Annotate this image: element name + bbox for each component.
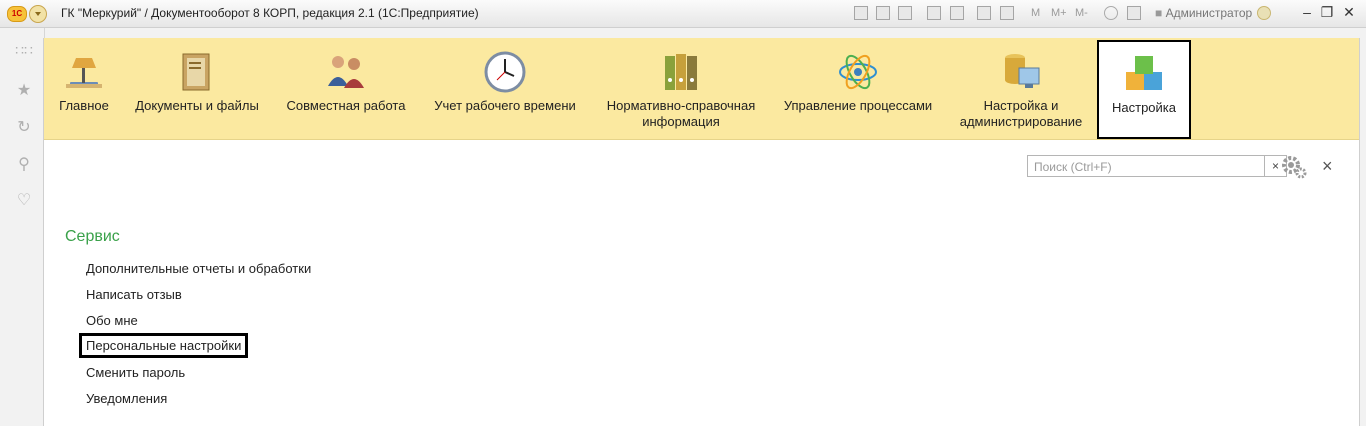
upload-icon[interactable] <box>927 6 941 20</box>
people-icon <box>328 56 364 88</box>
section-label: Документы и файлы <box>135 98 259 113</box>
apps-grid-icon[interactable]: ∷∷ <box>15 42 33 59</box>
process-atom-icon <box>839 54 877 90</box>
sections-panel: Главное Документы и файлы Совместная раб… <box>44 38 1359 140</box>
link-additional-reports[interactable]: Дополнительные отчеты и обработки <box>86 261 311 276</box>
search-input[interactable] <box>1032 157 1246 177</box>
calendar-icon[interactable] <box>1000 6 1014 20</box>
section-label: Управление процессами <box>783 98 933 113</box>
search-field[interactable] <box>1027 155 1265 177</box>
zoom-icon[interactable] <box>1104 6 1118 20</box>
clock-icon <box>484 51 526 93</box>
section-main[interactable]: Главное <box>52 38 116 139</box>
main-area: Главное Документы и файлы Совместная раб… <box>43 38 1360 426</box>
print-icon[interactable] <box>876 6 890 20</box>
section-label: Настройка <box>1112 100 1176 115</box>
memory-minus-button[interactable]: M- <box>1075 7 1088 19</box>
section-label: Главное <box>59 98 109 113</box>
history-icon[interactable]: ↻ <box>15 117 33 137</box>
section-label: Нормативно-справочная информация <box>606 98 756 129</box>
window-title: ГК "Меркурий" / Документооборот 8 КОРП, … <box>61 6 479 20</box>
app-logo: 1С <box>7 6 27 22</box>
section-settings[interactable]: Настройка <box>1097 40 1191 139</box>
desk-lamp-icon <box>66 58 102 88</box>
section-time-tracking[interactable]: Учет рабочего времени <box>430 38 580 139</box>
restore-icon[interactable]: ❐ <box>1318 4 1336 21</box>
title-bar: 1С ГК "Меркурий" / Документооборот 8 КОР… <box>0 0 1366 28</box>
section-setup-admin[interactable]: Настройка и администрирование <box>956 38 1086 139</box>
folder-documents-icon <box>182 53 210 91</box>
section-process-management[interactable]: Управление процессами <box>778 38 938 139</box>
close-icon[interactable]: × <box>1322 156 1333 177</box>
section-label: Совместная работа <box>286 98 406 113</box>
section-reference-info[interactable]: Нормативно-справочная информация <box>600 38 762 139</box>
notifications-bell-icon[interactable]: ♡ <box>15 190 33 210</box>
database-server-icon <box>1005 54 1040 88</box>
info-icon[interactable] <box>1257 6 1271 20</box>
user-icon: ■ <box>1155 6 1163 20</box>
favorites-star-icon[interactable]: ★ <box>15 80 33 100</box>
window-close-icon[interactable]: ✕ <box>1340 4 1358 21</box>
link-personal-settings[interactable]: Персональные настройки <box>79 333 249 358</box>
section-label: Настройка и администрирование <box>959 98 1083 129</box>
panels-icon[interactable] <box>1127 6 1141 20</box>
memory-plus-button[interactable]: M+ <box>1051 7 1067 19</box>
section-documents[interactable]: Документы и файлы <box>132 38 262 139</box>
link-notifications[interactable]: Уведомления <box>86 391 167 406</box>
minimize-icon[interactable]: – <box>1298 4 1316 20</box>
main-menu-button[interactable] <box>29 5 47 23</box>
print-preview-icon[interactable] <box>898 6 912 20</box>
user-name: Администратор <box>1165 6 1253 20</box>
spreadsheet-icon[interactable] <box>977 6 991 20</box>
memory-button[interactable]: M <box>1031 7 1040 19</box>
cubes-icon <box>1126 56 1162 90</box>
left-panel: ∷∷ ★ ↻ ⚲ ♡ <box>0 28 45 426</box>
group-title-service: Сервис <box>65 228 120 245</box>
section-collaboration[interactable]: Совместная работа <box>282 38 410 139</box>
section-label: Учет рабочего времени <box>434 98 576 113</box>
binders-icon <box>665 54 697 90</box>
current-user[interactable]: ■ Администратор <box>1155 6 1252 20</box>
search-icon[interactable]: ⚲ <box>15 154 33 174</box>
link-about-me[interactable]: Обо мне <box>86 313 138 328</box>
link-write-feedback[interactable]: Написать отзыв <box>86 287 182 302</box>
copy-icon[interactable] <box>950 6 964 20</box>
gear-icon[interactable] <box>1280 154 1308 180</box>
save-icon[interactable] <box>854 6 868 20</box>
link-change-password[interactable]: Сменить пароль <box>86 365 185 380</box>
